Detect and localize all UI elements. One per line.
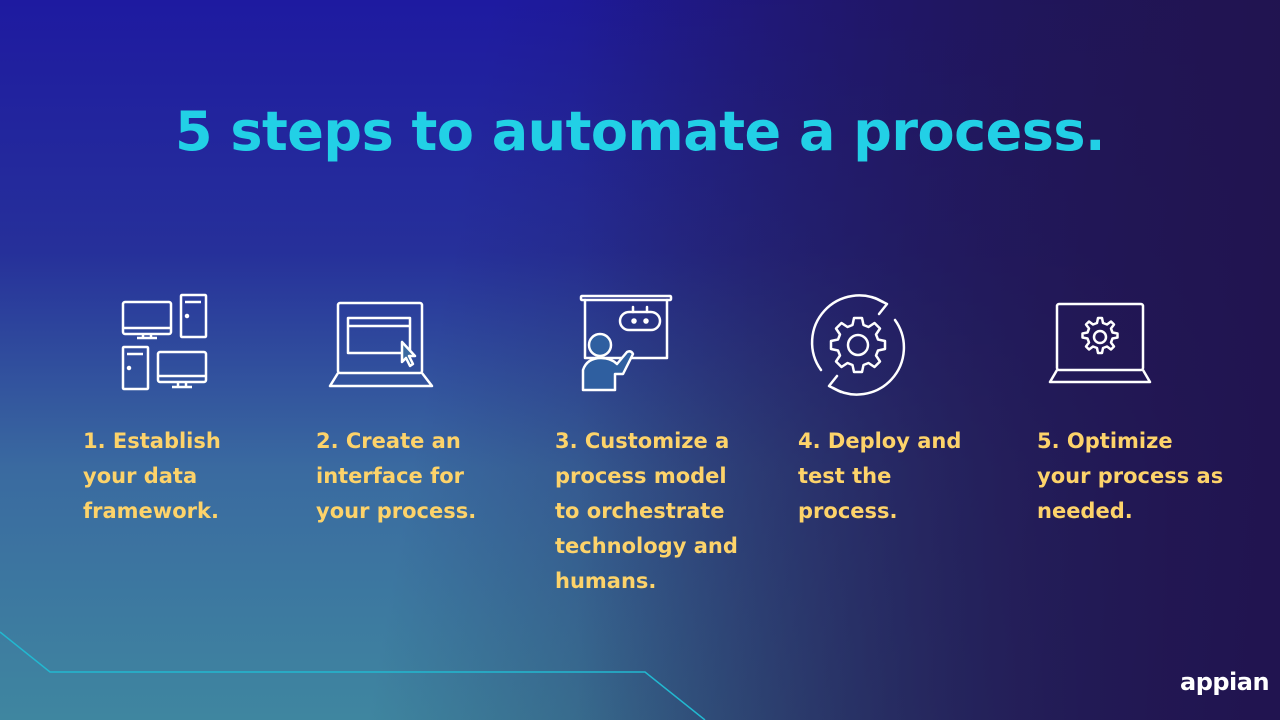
appian-logo: appian	[1180, 668, 1270, 696]
gear-cycle-icon	[810, 294, 906, 396]
laptop-interface-cursor-icon	[328, 301, 434, 388]
step-2-label: 2. Create an interface for your process.	[316, 429, 477, 523]
computers-network-icon	[121, 293, 208, 391]
step-1-label: 1. Establish your data framework.	[83, 429, 221, 523]
person-robot-presentation-icon	[579, 294, 673, 392]
step-5-label: 5. Optimize your process as needed.	[1037, 429, 1224, 523]
page-title: 5 steps to automate a process.	[174, 100, 1106, 163]
step-3-label: 3. Customize a process model to orchestr…	[555, 429, 738, 593]
laptop-gear-icon	[1048, 302, 1152, 384]
step-4-label: 4. Deploy and test the process.	[798, 429, 962, 523]
